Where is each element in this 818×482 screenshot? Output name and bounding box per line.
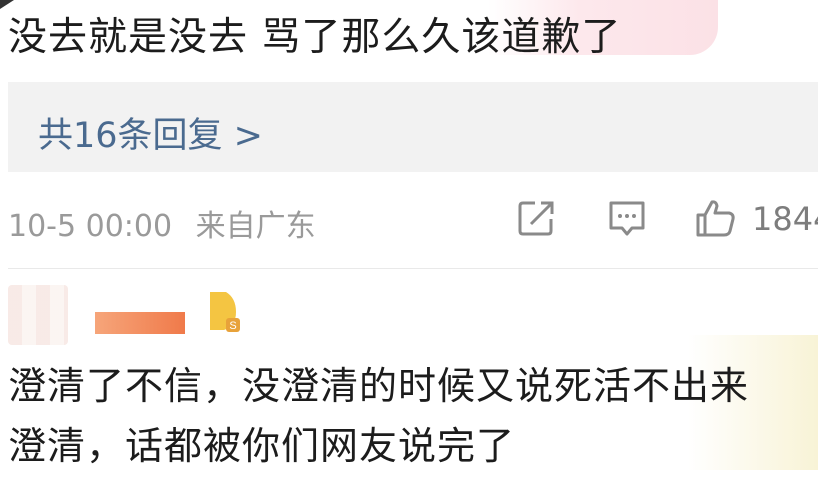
comment-meta: 10-5 00:00 来自广东 <box>8 201 316 245</box>
previous-comment-text: 没去就是没去 骂了那么久该道歉了 <box>8 15 622 60</box>
like-count: 1844 <box>752 200 818 238</box>
comment-icon[interactable] <box>606 197 648 243</box>
location: 来自广东 <box>195 209 316 244</box>
avatar[interactable] <box>8 285 68 345</box>
timestamp: 10-5 00:00 <box>8 209 173 244</box>
comment-line: 澄清，话都被你们网友说完了 <box>8 424 516 468</box>
comment-line: 澄清了不信，没澄清的时候又说死活不出来 <box>8 364 750 408</box>
divider <box>8 268 818 269</box>
comment-meta-row: 10-5 00:00 来自广东 1844 <box>0 195 818 247</box>
comment-text: 澄清了不信，没澄清的时候又说死活不出来 澄清，话都被你们网友说完了 <box>8 356 808 476</box>
username-redacted[interactable] <box>95 312 185 334</box>
vip-badge-icon: S <box>206 290 242 334</box>
replies-panel: 共16条回复 > <box>8 82 818 172</box>
svg-text:S: S <box>229 320 236 332</box>
like-icon[interactable] <box>694 197 738 243</box>
share-icon[interactable] <box>515 197 557 243</box>
view-replies-link[interactable]: 共16条回复 > <box>38 107 263 158</box>
